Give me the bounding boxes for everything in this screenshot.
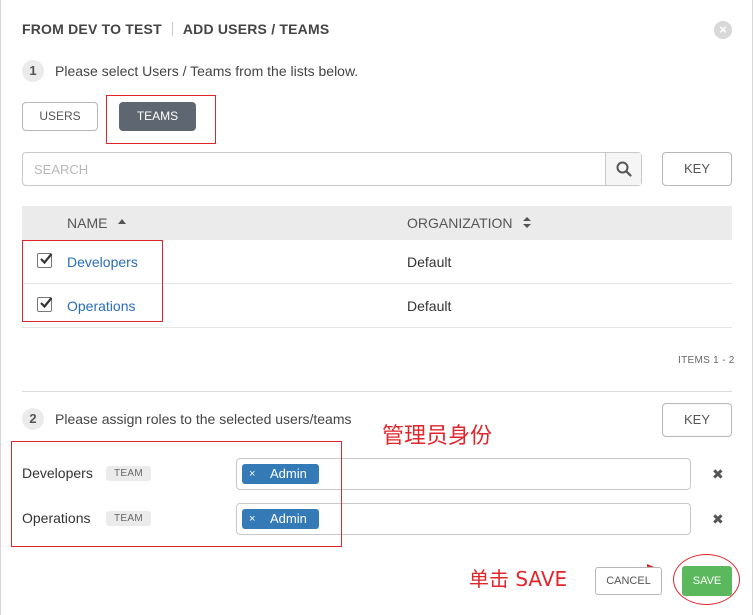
step-1-text: Please select Users / Teams from the lis… xyxy=(55,63,359,79)
column-organization-label: ORGANIZATION xyxy=(407,215,513,231)
remove-row-icon[interactable]: ✖ xyxy=(712,511,724,528)
column-name-label: NAME xyxy=(67,215,108,231)
column-name[interactable]: NAME xyxy=(67,215,127,231)
step-1: 1 Please select Users / Teams from the l… xyxy=(22,60,358,82)
add-users-teams-dialog: FROM DEV TO TEST ADD USERS / TEAMS × 1 Pl… xyxy=(0,0,753,615)
row-name-link[interactable]: Operations xyxy=(67,298,135,314)
row-name-link[interactable]: Developers xyxy=(67,254,138,270)
chip-label: Admin xyxy=(270,466,307,481)
row-organization: Default xyxy=(407,298,452,314)
row-checkbox[interactable] xyxy=(37,253,53,268)
tab-users[interactable]: USERS xyxy=(22,102,98,131)
role-row-name: Developers xyxy=(22,465,93,481)
role-select-input[interactable]: × Admin xyxy=(236,458,691,490)
sort-up-icon xyxy=(118,219,127,224)
role-row: Developers TEAM × Admin ✖ xyxy=(22,458,742,490)
items-count: ITEMS 1 - 2 xyxy=(678,355,735,366)
role-row-name: Operations xyxy=(22,510,91,526)
step-2-number: 2 xyxy=(22,408,44,430)
table-row: Developers Default xyxy=(22,240,732,284)
remove-row-icon[interactable]: ✖ xyxy=(712,466,724,483)
title-action: ADD USERS / TEAMS xyxy=(182,21,330,37)
cancel-button[interactable]: CANCEL xyxy=(595,567,662,595)
team-badge: TEAM xyxy=(106,511,151,526)
chip-remove-icon[interactable]: × xyxy=(249,509,255,529)
tab-teams[interactable]: TEAMS xyxy=(119,102,196,131)
close-icon[interactable]: × xyxy=(714,21,732,39)
role-annotation: 管理员身份 xyxy=(382,424,493,449)
title-divider xyxy=(171,22,173,36)
step-2-text: Please assign roles to the selected user… xyxy=(55,411,352,427)
save-annotation: 单击 SAVE xyxy=(469,567,568,591)
section-divider xyxy=(22,391,732,392)
role-chip: × Admin xyxy=(242,509,319,529)
search-input[interactable] xyxy=(23,153,605,185)
row-organization: Default xyxy=(407,254,452,270)
checkmark-icon xyxy=(40,297,53,309)
save-button[interactable]: SAVE xyxy=(682,566,732,596)
dialog-title: FROM DEV TO TEST ADD USERS / TEAMS xyxy=(22,21,329,37)
title-template-name: FROM DEV TO TEST xyxy=(22,21,162,37)
search-button[interactable] xyxy=(605,153,641,185)
step-2: 2 Please assign roles to the selected us… xyxy=(22,408,352,430)
roles-key-button[interactable]: KEY xyxy=(662,403,732,437)
table-row: Operations Default xyxy=(22,284,732,328)
team-badge: TEAM xyxy=(106,466,151,481)
row-checkbox[interactable] xyxy=(37,297,53,312)
sort-both-icon xyxy=(523,217,532,228)
search-icon xyxy=(616,161,632,177)
role-row: Operations TEAM × Admin ✖ xyxy=(22,503,742,535)
table-header: NAME ORGANIZATION xyxy=(22,206,732,240)
search-bar xyxy=(22,152,642,186)
role-chip: × Admin xyxy=(242,464,319,484)
step-1-number: 1 xyxy=(22,60,44,82)
checkmark-icon xyxy=(40,253,53,265)
column-organization[interactable]: ORGANIZATION xyxy=(407,215,532,231)
key-button[interactable]: KEY xyxy=(662,152,732,186)
role-select-input[interactable]: × Admin xyxy=(236,503,691,535)
chip-remove-icon[interactable]: × xyxy=(249,464,255,484)
chip-label: Admin xyxy=(270,511,307,526)
